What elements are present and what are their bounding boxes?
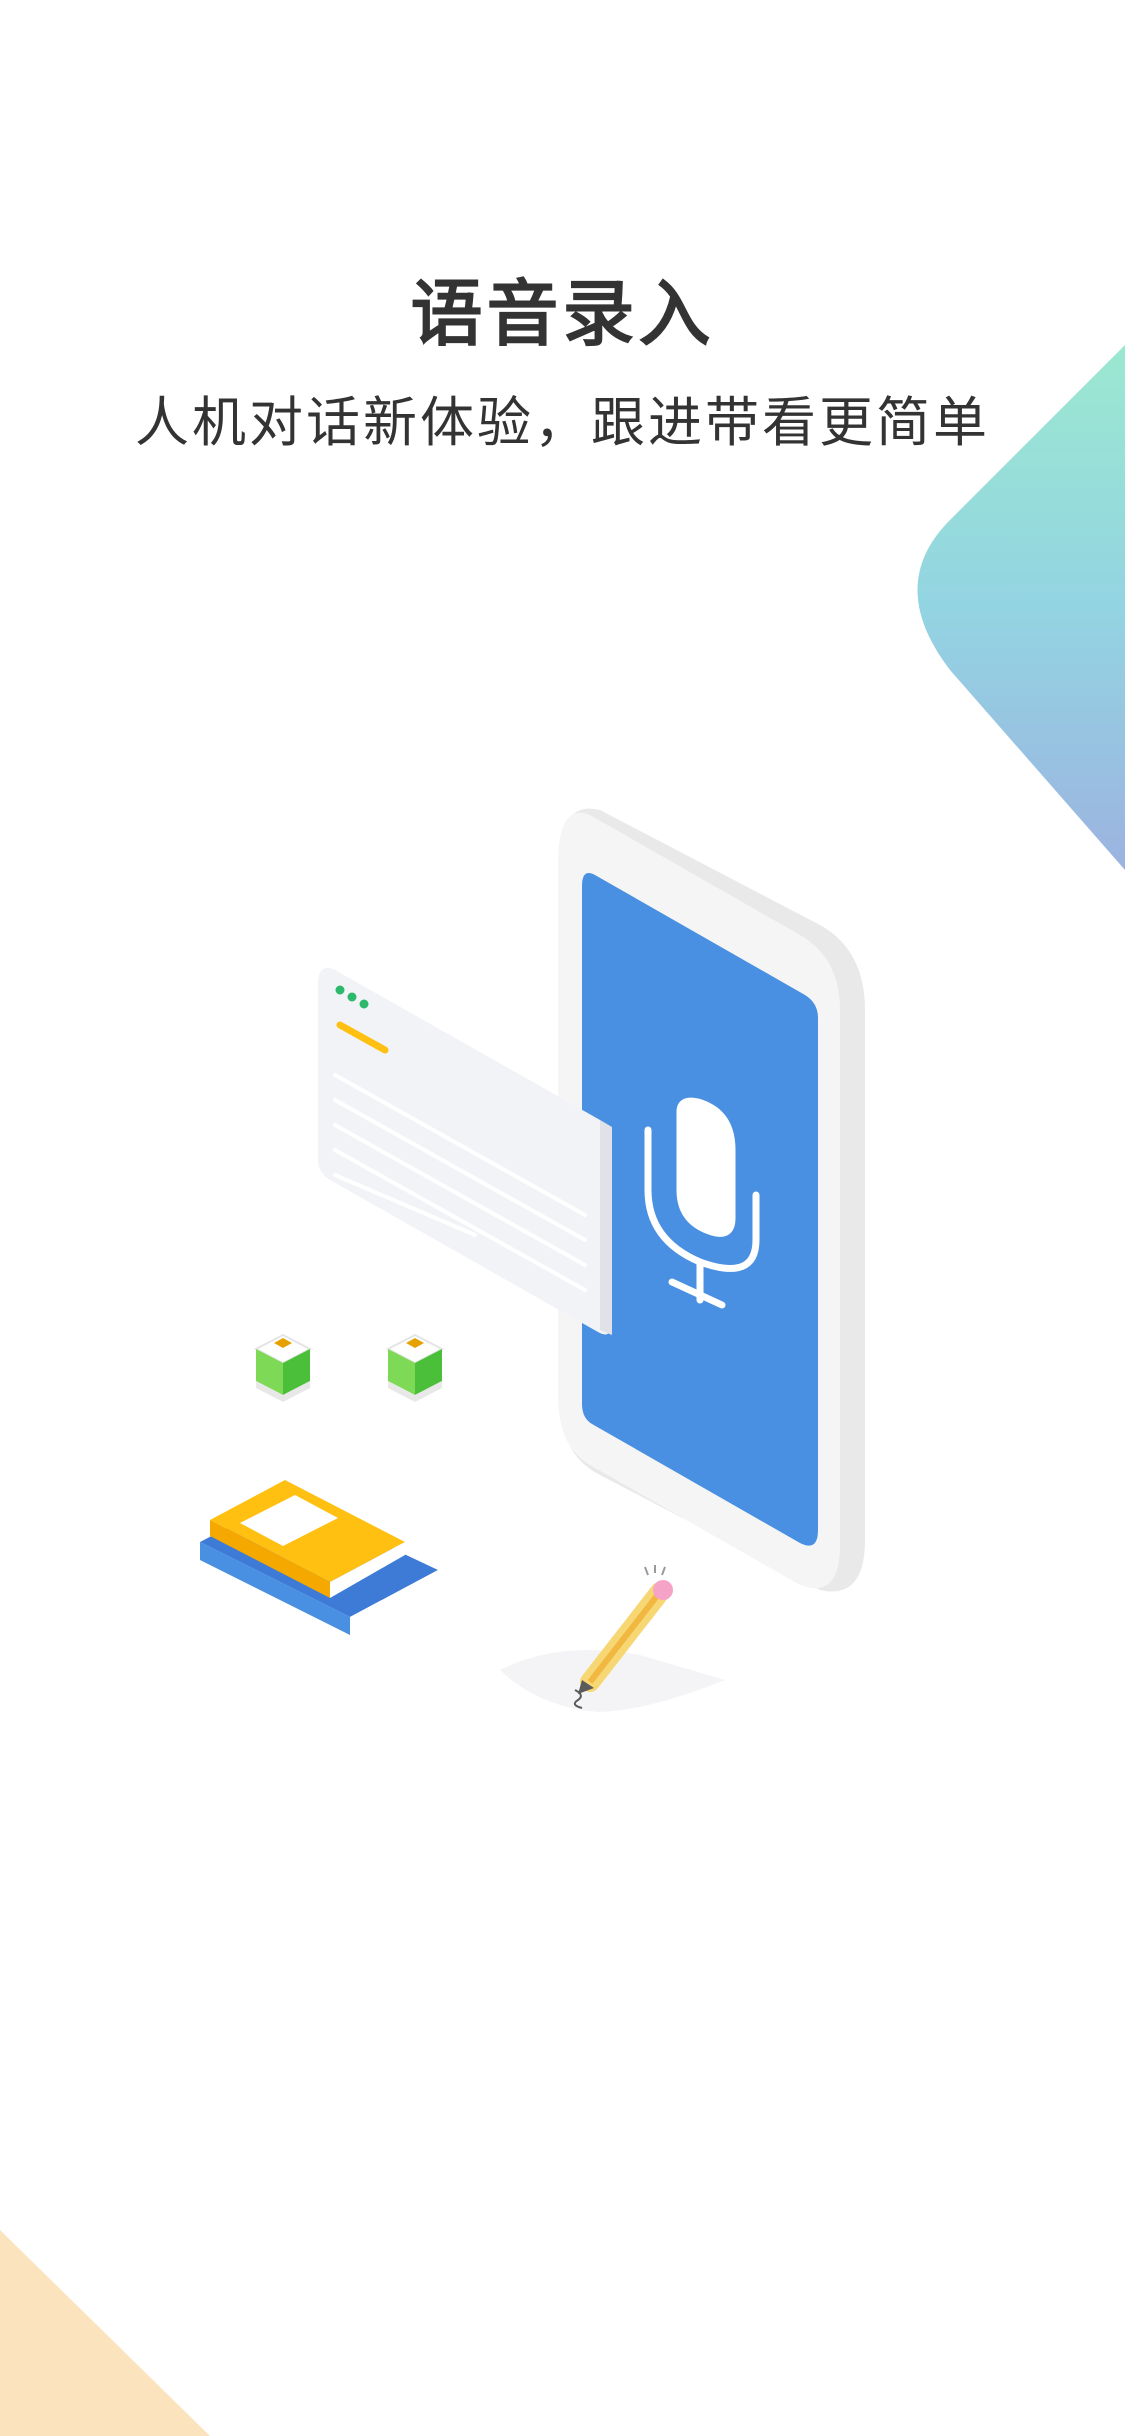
cube-illustration xyxy=(385,1333,445,1402)
dot-icon xyxy=(335,985,345,995)
page-subtitle: 人机对话新体验，跟进带看更简单 xyxy=(135,391,990,454)
corner-decoration xyxy=(0,2230,210,2436)
voice-input-illustration xyxy=(200,808,865,1712)
onboarding-screen: 语音录入 人机对话新体验，跟进带看更简单 xyxy=(0,0,1125,2436)
pencil-paper-illustration xyxy=(500,1565,725,1712)
dot-icon xyxy=(347,992,357,1002)
dot-icon xyxy=(359,999,369,1009)
books-illustration xyxy=(200,1480,438,1635)
cube-illustration xyxy=(253,1333,313,1402)
page-title: 语音录入 xyxy=(410,272,715,356)
